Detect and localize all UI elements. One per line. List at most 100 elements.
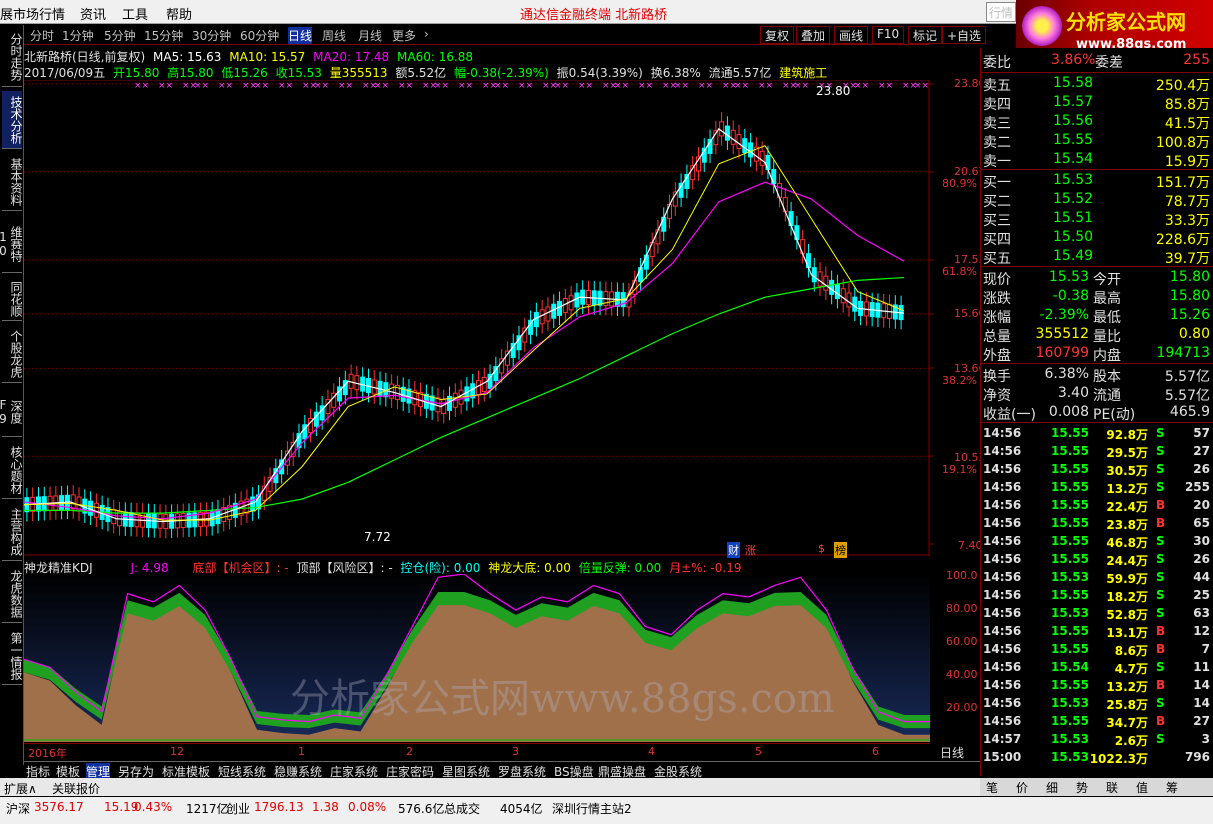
rank-badge[interactable]: 榜	[834, 542, 847, 558]
tick-side: S	[1156, 462, 1165, 476]
fuquan-button[interactable]: 复权	[760, 26, 795, 44]
tick-side: S	[1156, 552, 1165, 566]
period-fenshi[interactable]: 分时	[30, 27, 54, 44]
stat-value: -2.39%	[1039, 307, 1089, 323]
chevron-right-icon[interactable]: ›	[424, 27, 429, 41]
related-quote-button[interactable]: 关联报价	[52, 780, 100, 797]
search-input[interactable]: 行情	[986, 2, 1016, 22]
tick-row: 14:56 15.55 29.5万 S 27	[981, 444, 1213, 462]
buy-level-label: 买二	[983, 194, 1011, 210]
tab-intraday[interactable]: 分时走势	[2, 27, 23, 87]
menu-tools[interactable]: 工具	[122, 4, 148, 23]
tab-theme[interactable]: 核心题材	[2, 441, 23, 499]
tab-first-info[interactable]: 第一情报	[2, 627, 23, 685]
period-month[interactable]: 月线	[358, 27, 382, 44]
tick-time: 14:56	[983, 570, 1022, 584]
low-price-label: 7.72	[364, 530, 391, 544]
tick-row: 14:56 15.54 4.7万 S 11	[981, 660, 1213, 678]
expand-button[interactable]: 扩展∧	[4, 780, 37, 797]
stat-label-2: 量比	[1093, 329, 1121, 345]
tab-f9[interactable]: 深度F9	[0, 387, 23, 437]
signal-marker: ××	[398, 81, 413, 91]
kdj-beiliang: 倍量反弹: 0.00	[578, 561, 662, 575]
tab-technical[interactable]: 技术分析	[2, 91, 23, 149]
price-chart[interactable]: ×× ×× ×× ×× ×× ×× ×× ×× ×× ×× ×× ×× ×× ×× ×× ×× ×× ×× ×× ××…	[24, 80, 930, 556]
limit-up-badge[interactable]: 涨	[745, 542, 756, 558]
draw-button[interactable]: 画线	[834, 26, 869, 44]
period-60min[interactable]: 60分钟	[240, 27, 279, 44]
tick-row: 14:56 15.53 59.9万 S 44	[981, 570, 1213, 588]
tab-bi[interactable]: 笔	[986, 779, 998, 796]
tab-tonghuashun[interactable]: 同花顺	[2, 277, 23, 321]
period-week[interactable]: 周线	[322, 27, 346, 44]
sell-row: 卖一 15.54 15.9万	[981, 151, 1213, 170]
tab-lian[interactable]: 联	[1106, 779, 1118, 796]
x-2: 2	[406, 745, 413, 758]
dollar-badge[interactable]: $	[818, 542, 825, 555]
sell-price: 15.54	[1053, 151, 1094, 167]
tick-price: 15.55	[1051, 642, 1089, 656]
buy-row: 买二 15.52 78.7万	[981, 191, 1213, 210]
tick-row: 14:56 15.55 34.7万 B 27	[981, 714, 1213, 732]
tab-basic[interactable]: 基本资料	[2, 153, 23, 211]
stat2-row: 净资 3.40 流通 5.57亿	[981, 385, 1213, 404]
f10-button[interactable]: F10	[872, 26, 905, 44]
tab-zhi[interactable]: 值	[1136, 779, 1148, 796]
buy-volume: 228.6万	[1155, 232, 1210, 248]
tab-shi[interactable]: 势	[1076, 779, 1088, 796]
tick-side: S	[1156, 534, 1165, 548]
signal-marker: ××	[494, 81, 509, 91]
kdj-axis-80: 80.00	[946, 602, 978, 615]
menu-market[interactable]: 展市场行情	[0, 4, 65, 23]
tick-count: 27	[1193, 714, 1210, 728]
buy-price: 15.52	[1053, 191, 1094, 207]
sh-percent: 0.43%	[134, 800, 173, 814]
candle-body	[817, 271, 823, 287]
ma20-value: MA20: 17.48	[313, 50, 390, 64]
candle-body	[834, 284, 840, 300]
signal-marker: ××	[674, 81, 689, 91]
period-1min[interactable]: 1分钟	[62, 27, 94, 44]
stat2-value-2: 5.57亿	[1164, 388, 1210, 404]
tab-longhu-data[interactable]: 龙虎数据	[2, 565, 23, 623]
sh-label: 沪深	[6, 802, 31, 816]
finance-badge[interactable]: 财	[727, 542, 740, 558]
tick-row: 14:56 15.55 8.6万 B 7	[981, 642, 1213, 660]
high-value: 高15.80	[167, 66, 214, 80]
tick-count: 796	[1184, 750, 1210, 764]
weibi-row: 委比 3.86% 委差 255	[981, 52, 1213, 71]
menu-news[interactable]: 资讯	[80, 4, 106, 23]
period-more[interactable]: 更多	[392, 27, 416, 44]
period-5min[interactable]: 5分钟	[104, 27, 136, 44]
period-30min[interactable]: 30分钟	[192, 27, 231, 44]
buy-volume: 78.7万	[1164, 194, 1210, 210]
tick-count: 30	[1193, 534, 1210, 548]
tab-jia[interactable]: 价	[1016, 779, 1028, 796]
kdj-axis: 100.0 80.00 60.00 40.00 20.00	[930, 560, 980, 750]
period-15min[interactable]: 15分钟	[144, 27, 183, 44]
signal-marker: ××	[518, 81, 533, 91]
candle-body	[840, 288, 846, 304]
watermark: 分析家公式网www.88gs.com	[290, 676, 835, 722]
tab-longhu[interactable]: 个股龙虎	[2, 325, 23, 383]
tab-weisaite[interactable]: 维赛特10	[0, 215, 23, 273]
tab-business[interactable]: 主营构成	[2, 503, 23, 561]
tab-xi[interactable]: 细	[1046, 779, 1058, 796]
tick-price: 15.53	[1051, 696, 1089, 710]
sh-value: 3576.17	[34, 800, 84, 814]
tick-price: 15.55	[1051, 516, 1089, 530]
sell-row: 卖四 15.57 85.8万	[981, 94, 1213, 113]
tab-chou[interactable]: 筹	[1166, 779, 1178, 796]
cy-amount: 576.6亿	[398, 802, 445, 816]
tick-time: 14:56	[983, 552, 1022, 566]
server-name[interactable]: 深圳行情主站2	[552, 800, 632, 817]
tick-volume: 2.6万	[1114, 734, 1148, 748]
kdj-name: 神龙精准KDJ	[24, 561, 93, 575]
tick-time: 14:56	[983, 696, 1022, 710]
kdj-axis-20: 20.00	[946, 701, 978, 714]
period-day[interactable]: 日线	[288, 27, 313, 44]
overlay-button[interactable]: 叠加	[796, 26, 831, 44]
candle-body	[464, 386, 470, 402]
tick-time: 14:56	[983, 426, 1022, 440]
menu-help[interactable]: 帮助	[166, 4, 192, 23]
